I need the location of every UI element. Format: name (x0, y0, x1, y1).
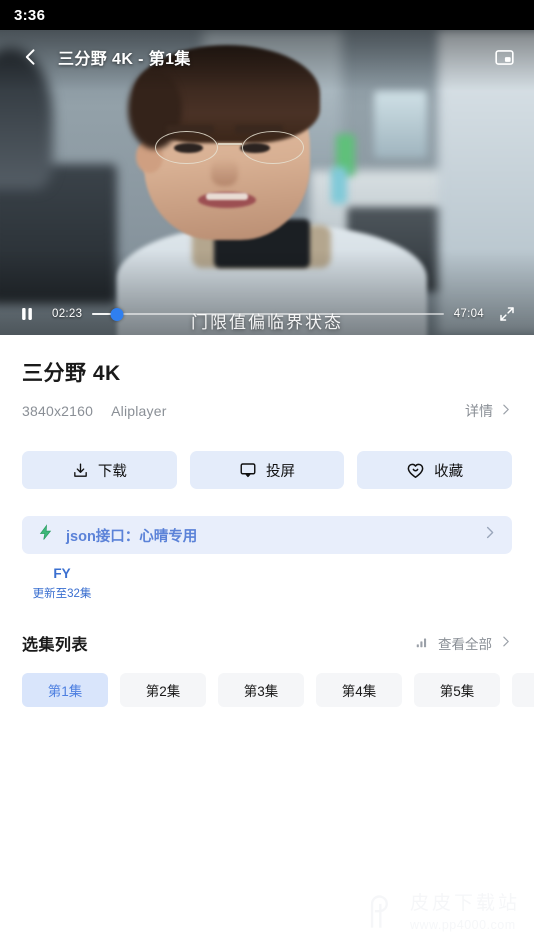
heart-icon (407, 463, 424, 478)
view-all-label: 查看全部 (438, 637, 492, 652)
watermark-site-name: 皮皮下载站 (409, 893, 520, 915)
episode-chip[interactable]: 第5集 (414, 673, 500, 707)
episode-chip-label: 第5集 (439, 684, 475, 699)
fullscreen-button[interactable] (494, 301, 520, 327)
episode-section-header: 选集列表 查看全部 (0, 631, 534, 655)
picture-in-picture-icon (494, 49, 514, 65)
episode-chip-label: 第1集 (47, 684, 83, 699)
progress-knob[interactable] (110, 307, 124, 321)
download-button-label: 下载 (97, 463, 127, 480)
progress-track (92, 313, 444, 315)
view-all-episodes-button[interactable]: 查看全部 (415, 633, 512, 653)
cast-screen-button-label: 投屏 (266, 463, 295, 480)
source-tab-update-status: 更新至32集 (32, 588, 92, 600)
picture-in-picture-button[interactable] (490, 43, 518, 71)
source-tabs: FY 更新至32集 (0, 566, 534, 601)
cast-screen-button[interactable]: 投屏 (189, 451, 345, 489)
video-player[interactable]: 三分野 4K - 第1集 门限值偏临界状态 02:23 47:04 (0, 30, 534, 335)
progress-bar[interactable] (92, 307, 444, 321)
episode-chip-label: 第4集 (341, 684, 377, 699)
pause-icon (22, 308, 32, 320)
episode-chip[interactable]: 第4集 (316, 673, 402, 707)
current-time: 02:23 (52, 308, 83, 320)
episode-chip[interactable]: 第1集 (22, 673, 108, 707)
episode-chip[interactable]: 第3集 (218, 673, 304, 707)
pause-button[interactable] (14, 301, 40, 327)
player-title: 三分野 4K - 第1集 (58, 51, 191, 68)
detail-link-label: 详情 (465, 403, 493, 419)
download-button[interactable]: 下载 (22, 451, 177, 489)
status-bar-clock: 3:36 (14, 6, 46, 24)
lightning-bolt-icon (37, 524, 54, 546)
resolution-label: 3840x2160 (22, 403, 94, 419)
chevron-right-icon (499, 635, 512, 651)
json-interface-row[interactable]: json接口：心晴专用 (22, 516, 512, 554)
app-screen: 3:36 三分野 4K - 第1集 门限值偏临界状态 02:23 47:04 三… (0, 0, 534, 949)
episode-chip-label: 第3集 (243, 684, 279, 699)
favorite-button[interactable]: 收藏 (357, 451, 513, 489)
episode-chip[interactable]: 第6集 (512, 673, 534, 707)
source-tab-name: FY (53, 566, 71, 581)
json-interface-label: json接口：心晴专用 (66, 528, 198, 545)
status-bar: 3:36 (0, 0, 534, 30)
download-icon (73, 462, 87, 477)
bar-chart-icon (415, 635, 429, 652)
total-duration: 47:04 (453, 308, 484, 320)
media-info: 三分野 4K 3840x2160 Aliplayer 详情 (0, 335, 534, 421)
fullscreen-icon (500, 307, 514, 321)
episode-section-title: 选集列表 (22, 637, 89, 654)
pp-logo-icon (362, 891, 406, 935)
player-name-label: Aliplayer (111, 403, 167, 419)
chevron-right-icon (482, 525, 497, 545)
episode-chip-list[interactable]: 第1集 第2集 第3集 第4集 第5集 第6集 (0, 673, 534, 707)
site-watermark: 皮皮下载站 www.pp4000.com (362, 891, 520, 935)
episode-chip[interactable]: 第2集 (120, 673, 206, 707)
action-buttons: 下载 投屏 收藏 (0, 451, 534, 489)
page-title: 三分野 4K (22, 362, 121, 385)
player-controls: 02:23 47:04 (0, 293, 534, 335)
watermark-url: www.pp4000.com (409, 917, 516, 932)
player-top-bar: 三分野 4K - 第1集 (0, 30, 534, 84)
chevron-left-icon (25, 49, 35, 65)
chevron-right-icon (499, 403, 512, 419)
detail-link[interactable]: 详情 (465, 401, 512, 421)
back-button[interactable] (16, 42, 46, 72)
cast-screen-icon (240, 463, 256, 478)
source-tab-fy[interactable]: FY 更新至32集 (22, 566, 102, 601)
meta-row: 3840x2160 Aliplayer 详情 (22, 401, 512, 421)
episode-chip-label: 第2集 (145, 684, 181, 699)
favorite-button-label: 收藏 (434, 463, 464, 480)
